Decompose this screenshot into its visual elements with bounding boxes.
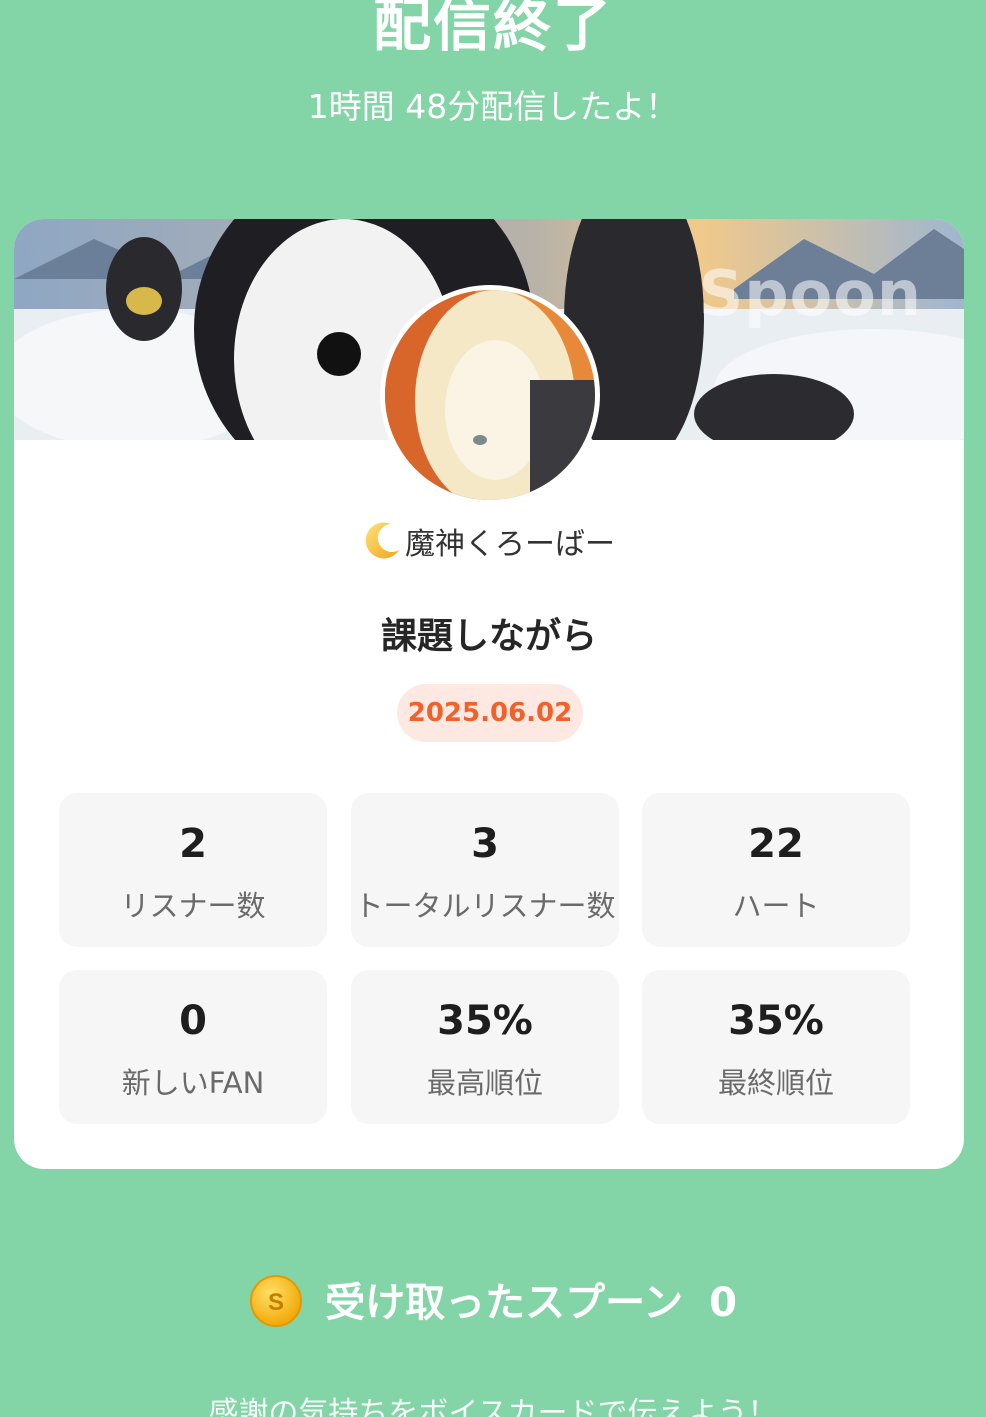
received-spoons: S 受け取ったスプーン 0 [0, 1270, 986, 1330]
stat-label: 新しいFAN [121, 1066, 265, 1100]
spoon-coin-icon: S [249, 1274, 303, 1338]
stat-value: 3 [471, 821, 499, 867]
broadcast-duration: 1時間 48分配信したよ！ [307, 87, 679, 126]
stat-label: ハート [732, 889, 820, 923]
stat-value: 0 [179, 998, 207, 1044]
stat-label: リスナー数 [120, 889, 266, 923]
voice-card-prompt[interactable]: 感謝の気持ちをボイスカードで伝えよう！ [0, 1388, 986, 1417]
page-title: 配信終了 [372, 0, 613, 59]
spoons-count: 0 [709, 1280, 737, 1326]
stat-total-listeners: 3 トータルリスナー数 [351, 793, 619, 947]
stat-final-rank: 35% 最終順位 [642, 970, 910, 1124]
stat-highest-rank: 35% 最高順位 [351, 970, 619, 1124]
stat-label: トータルリスナー数 [354, 889, 616, 923]
live-summary-card: Spoon 魔神くろーばー 課題しながら 2025.06.02 2 リスナー数 … [14, 219, 964, 1169]
stat-label: 最高順位 [426, 1066, 543, 1100]
stat-value: 35% [437, 998, 533, 1044]
stat-new-fans: 0 新しいFAN [59, 970, 327, 1124]
svg-text:S: S [268, 1289, 284, 1316]
spoons-label: 受け取ったスプーン [325, 1280, 684, 1326]
stat-value: 2 [179, 821, 207, 867]
stat-value: 35% [728, 998, 824, 1044]
stat-listeners: 2 リスナー数 [59, 793, 327, 947]
stats-grid: 2 リスナー数 3 トータルリスナー数 22 ハート 0 新しいFAN 35% … [14, 219, 964, 1169]
stat-label: 最終順位 [717, 1066, 834, 1100]
stat-hearts: 22 ハート [642, 793, 910, 947]
stat-value: 22 [748, 821, 804, 867]
live-end-screen: 配信終了 1時間 48分配信したよ！ Spoon 魔神くろーばー 課題しながら … [0, 0, 986, 1417]
